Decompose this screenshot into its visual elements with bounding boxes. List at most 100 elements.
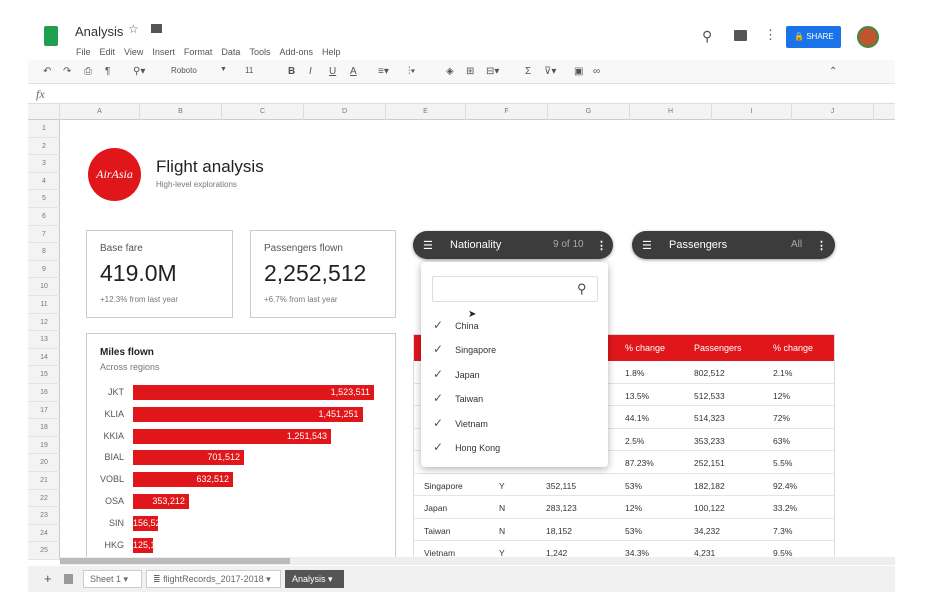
row-header[interactable]: 7 — [28, 226, 60, 244]
column-header-G[interactable]: G — [548, 104, 630, 120]
comments-icon[interactable] — [734, 30, 747, 41]
align-icon[interactable]: ≡▾ — [378, 66, 389, 77]
all-sheets-icon[interactable] — [64, 574, 73, 584]
row-header[interactable]: 4 — [28, 173, 60, 191]
row-header[interactable]: 11 — [28, 296, 60, 314]
row-header[interactable]: 13 — [28, 331, 60, 349]
menu-view[interactable]: View — [124, 47, 143, 57]
menu-file[interactable]: File — [76, 47, 91, 57]
more-icon[interactable]: ⋮ — [596, 239, 607, 252]
italic-icon[interactable]: I — [309, 66, 312, 77]
row-header[interactable]: 24 — [28, 525, 60, 543]
dropdown-option[interactable]: ✓ Hong Kong — [433, 440, 500, 454]
row-header[interactable]: 20 — [28, 454, 60, 472]
menu-addons[interactable]: Add-ons — [279, 47, 313, 57]
valign-icon[interactable]: ⫶▾ — [408, 66, 415, 77]
more-icon[interactable]: ⋮ — [816, 239, 827, 252]
row-header[interactable]: 12 — [28, 314, 60, 332]
column-header-C[interactable]: C — [222, 104, 304, 120]
filter-icon: ☰ — [423, 240, 433, 252]
menu-tools[interactable]: Tools — [249, 47, 270, 57]
undo-icon[interactable]: ↶ — [43, 66, 51, 77]
underline-icon[interactable]: U — [329, 66, 336, 77]
column-header-J[interactable]: J — [792, 104, 874, 120]
search-icon[interactable]: ⚲ — [702, 28, 712, 45]
add-sheet-icon[interactable]: + — [44, 571, 52, 586]
row-header[interactable]: 22 — [28, 490, 60, 508]
column-header-I[interactable]: I — [712, 104, 792, 120]
tab-analysis[interactable]: Analysis ▾ — [285, 570, 344, 588]
menu-data[interactable]: Data — [221, 47, 240, 57]
column-header-B[interactable]: B — [140, 104, 222, 120]
bold-icon[interactable]: B — [288, 66, 295, 77]
zoom-icon[interactable]: ⚲▾ — [133, 66, 145, 77]
font-dropdown-icon[interactable]: ▼ — [220, 66, 227, 73]
avatar[interactable] — [857, 26, 879, 48]
filter-nationality[interactable]: ☰ Nationality 9 of 10 ⋮ — [413, 231, 613, 259]
column-header-D[interactable]: D — [304, 104, 386, 120]
fill-color-icon[interactable]: ◈ — [446, 66, 454, 77]
more-icon[interactable]: ⋮ — [764, 27, 777, 43]
dropdown-option[interactable]: ✓ Japan — [433, 367, 480, 381]
chart-icon[interactable]: ▣ — [574, 66, 583, 77]
row-header[interactable]: 2 — [28, 138, 60, 156]
menu-edit[interactable]: Edit — [100, 47, 116, 57]
star-icon[interactable]: ☆ — [128, 22, 139, 36]
bar-label: VOBL — [99, 474, 124, 485]
row-header[interactable]: 1 — [28, 120, 60, 138]
borders-icon[interactable]: ⊞ — [466, 66, 474, 77]
collapse-icon[interactable]: ⌃ — [829, 66, 837, 77]
row-header[interactable]: 23 — [28, 507, 60, 525]
column-header-F[interactable]: F — [466, 104, 548, 120]
tab-flightrecords[interactable]: ≣ flightRecords_2017-2018 ▾ — [146, 570, 281, 588]
select-all-corner[interactable] — [28, 104, 60, 120]
row-header[interactable]: 3 — [28, 155, 60, 173]
doc-title[interactable]: Analysis — [75, 24, 123, 39]
row-header[interactable]: 5 — [28, 190, 60, 208]
row-header[interactable]: 25 — [28, 542, 60, 560]
dropdown-option[interactable]: ✓ Taiwan — [433, 391, 483, 405]
row-header[interactable]: 16 — [28, 384, 60, 402]
row-header[interactable]: 10 — [28, 278, 60, 296]
row-header[interactable]: 21 — [28, 472, 60, 490]
row-header[interactable]: 19 — [28, 437, 60, 455]
column-header-E[interactable]: E — [386, 104, 466, 120]
share-button[interactable]: 🔒 SHARE — [786, 26, 841, 48]
filter-passengers[interactable]: ☰ Passengers All ⋮ — [632, 231, 835, 259]
paint-format-icon[interactable]: ¶ — [105, 66, 110, 77]
column-header-H[interactable]: H — [630, 104, 712, 120]
dropdown-option[interactable]: ✓ China — [433, 318, 479, 332]
menu-format[interactable]: Format — [184, 47, 213, 57]
link-icon[interactable]: ∞ — [593, 66, 600, 77]
text-color-icon[interactable]: A — [350, 66, 357, 77]
font-size-select[interactable]: 11 — [245, 66, 253, 75]
row-header[interactable]: 14 — [28, 349, 60, 367]
scrollbar-thumb[interactable] — [60, 558, 290, 564]
dropdown-search-input[interactable] — [432, 276, 598, 302]
tab-sheet1[interactable]: Sheet 1 ▾ — [83, 570, 142, 588]
option-label: Hong Kong — [455, 443, 501, 453]
table-cell: 33.2% — [773, 503, 798, 513]
dropdown-option[interactable]: ✓ Vietnam — [433, 416, 488, 430]
row-header[interactable]: 17 — [28, 402, 60, 420]
menu-help[interactable]: Help — [322, 47, 341, 57]
font-select[interactable]: Roboto — [171, 66, 197, 75]
horizontal-scrollbar[interactable] — [60, 557, 895, 565]
row-header[interactable]: 15 — [28, 366, 60, 384]
row-header[interactable]: 18 — [28, 419, 60, 437]
row-header[interactable]: 9 — [28, 261, 60, 279]
filter-icon[interactable]: ⊽▾ — [544, 66, 556, 77]
print-icon[interactable]: ⎙ — [84, 66, 92, 77]
folder-icon[interactable] — [151, 24, 162, 33]
formula-bar[interactable]: fx — [28, 84, 895, 104]
merge-icon[interactable]: ⊟▾ — [486, 66, 499, 77]
menu-insert[interactable]: Insert — [152, 47, 175, 57]
redo-icon[interactable]: ↷ — [63, 66, 71, 77]
row-header[interactable]: 6 — [28, 208, 60, 226]
column-header-A[interactable]: A — [60, 104, 140, 120]
functions-icon[interactable]: Σ — [525, 66, 531, 77]
search-icon[interactable]: ⚲ — [577, 281, 587, 297]
sheets-logo-icon[interactable] — [44, 26, 58, 46]
row-header[interactable]: 8 — [28, 243, 60, 261]
dropdown-option[interactable]: ✓ Singapore — [433, 342, 496, 356]
